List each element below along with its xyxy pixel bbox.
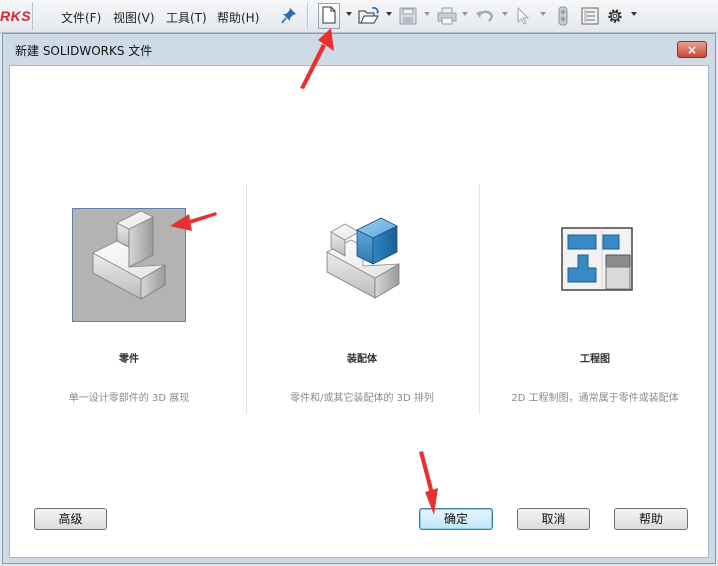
select-dropdown-icon[interactable] [540,12,546,16]
new-document-dropdown-icon[interactable] [346,12,352,16]
menu-help[interactable]: 帮助(H) [217,9,259,26]
cancel-button[interactable]: 取消 [517,508,590,530]
toolbar-separator [307,3,308,29]
drawing-option-label: 工程图 [580,354,610,365]
menu-view[interactable]: 视图(V) [113,9,155,26]
help-button[interactable]: 帮助 [614,508,688,530]
solidworks-logo: RKS [0,8,32,24]
advanced-button[interactable]: 高级 [34,508,107,530]
drawing-icon [540,227,652,323]
select-cursor-icon[interactable] [516,4,530,28]
assembly-option-tile[interactable] [307,208,421,322]
close-button[interactable]: × [677,41,707,58]
part-option-label: 零件 [119,354,139,365]
menu-tools[interactable]: 工具(T) [166,9,207,26]
open-dropdown-icon[interactable] [386,12,392,16]
assembly-icon [307,217,419,323]
dialog-title: 新建 SOLIDWORKS 文件 [15,44,153,58]
part-option-description: 单一设计零部件的 3D 展现 [68,393,190,404]
pin-icon[interactable] [281,7,297,25]
new-document-button[interactable] [318,3,340,29]
ok-button[interactable]: 确定 [419,508,493,530]
save-icon[interactable] [399,4,417,28]
assembly-option-description: 零件和/或其它装配体的 3D 排列 [290,393,434,404]
open-folder-icon[interactable] [358,4,380,28]
menu-file[interactable]: 文件(F) [61,9,101,26]
part-option-tile[interactable] [72,208,186,322]
undo-icon[interactable] [475,4,495,28]
drawing-option-description: 2D 工程制图，通常属于零件或装配体 [511,393,679,404]
toolbar-separator [32,2,33,30]
options-dropdown-icon[interactable] [631,12,637,16]
print-icon[interactable] [437,4,457,28]
options-gear-icon[interactable] [606,4,624,28]
new-document-icon [322,6,336,27]
new-document-dialog: 新建 SOLIDWORKS 文件 × 零件 单一设计零部件的 3D 展现 装配体… [2,33,716,564]
traffic-light-icon[interactable] [557,4,569,28]
part-icon [73,210,185,324]
option-divider [479,184,480,414]
print-dropdown-icon[interactable] [462,12,468,16]
save-dropdown-icon[interactable] [424,12,430,16]
assembly-option-label: 装配体 [347,354,377,365]
top-toolbar: RKS 文件(F) 视图(V) 工具(T) 帮助(H) [0,0,718,33]
drawing-option-tile[interactable] [540,208,654,322]
undo-dropdown-icon[interactable] [502,12,508,16]
dialog-content: 零件 单一设计零部件的 3D 展现 装配体 零件和/或其它装配体的 3D 排列 … [9,65,709,558]
file-properties-icon[interactable] [581,4,599,28]
option-divider [246,184,247,414]
